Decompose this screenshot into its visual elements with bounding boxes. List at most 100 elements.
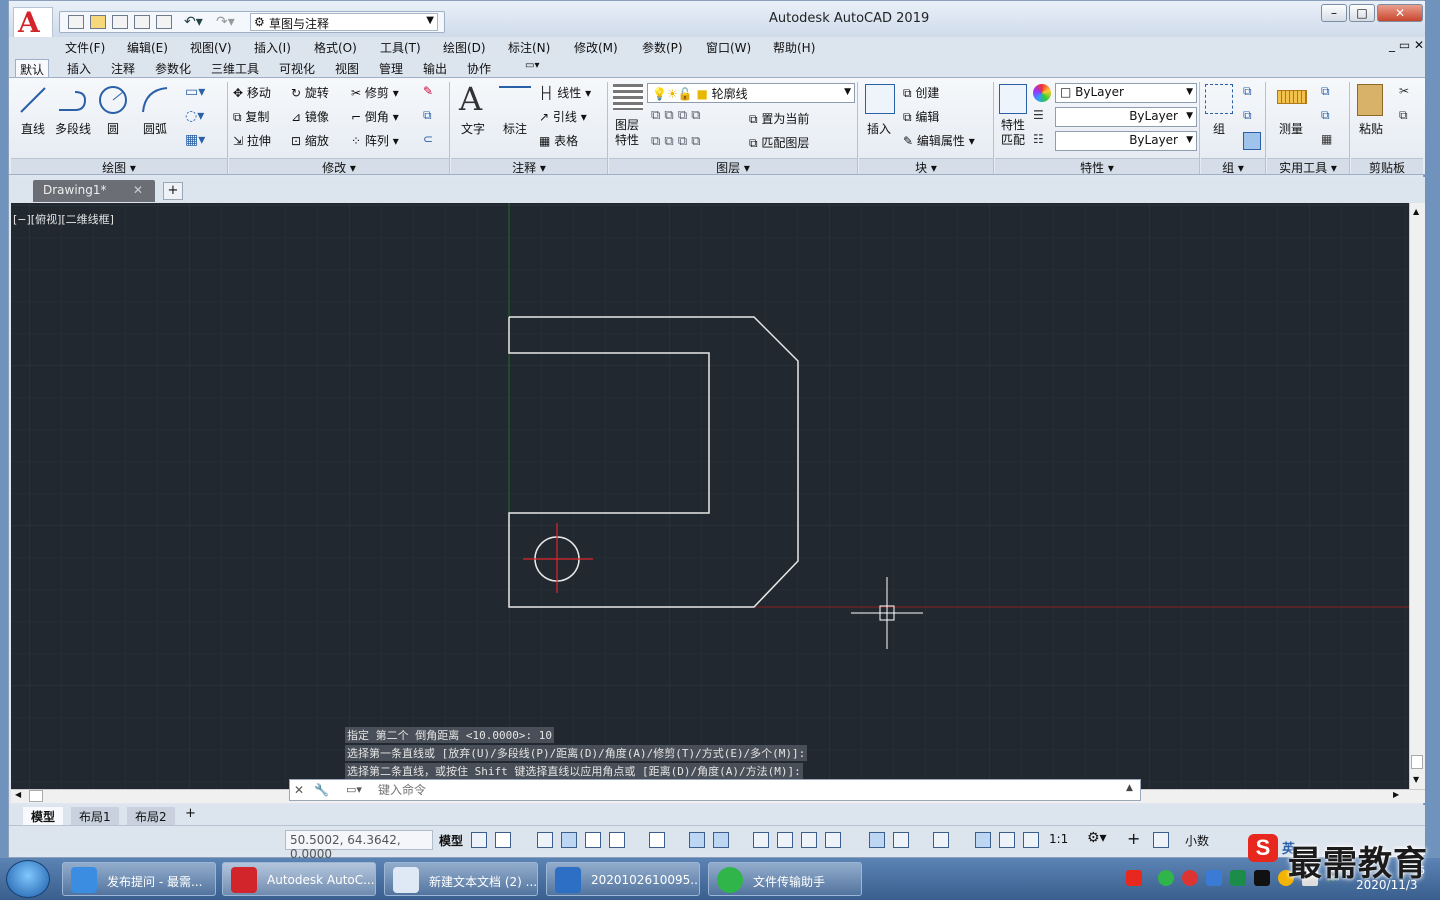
offset-icon[interactable]: ⊂ xyxy=(423,132,433,146)
tab-model[interactable]: 模型 xyxy=(23,807,64,825)
scale-tool[interactable]: ⊡ 缩放 xyxy=(291,132,329,149)
measure-icon[interactable] xyxy=(1277,90,1307,104)
polar-icon[interactable] xyxy=(609,832,625,848)
scroll-down-icon[interactable]: ▼ xyxy=(1413,775,1419,784)
group-label[interactable]: 组 xyxy=(1213,120,1225,137)
close-tab-icon[interactable]: ✕ xyxy=(133,183,143,197)
menu-dimension[interactable]: 标注(N) xyxy=(508,39,550,56)
snap-toggle-icon[interactable] xyxy=(495,832,511,848)
erase-icon[interactable]: ✎ xyxy=(423,84,433,98)
tab-default[interactable]: 默认 xyxy=(15,59,50,77)
explode-icon[interactable]: ⧉ xyxy=(423,108,432,123)
auto-scale-icon[interactable] xyxy=(999,832,1015,848)
taskbar-item-wechat[interactable]: 文件传输助手 xyxy=(708,862,862,896)
ribbon-minimize-toggle[interactable]: ▭▾ xyxy=(521,59,543,77)
linear-dim-tool[interactable]: ├┤ 线性 ▾ xyxy=(539,84,591,101)
lineweight-dropdown[interactable]: ByLayer ▼ xyxy=(1055,107,1197,127)
text-tool-label[interactable]: 文字 xyxy=(461,120,485,137)
save-as-icon[interactable] xyxy=(134,15,150,29)
arc-tool-icon[interactable] xyxy=(139,84,171,116)
table-tool[interactable]: ▦ 表格 xyxy=(539,132,578,149)
polyline-tool-icon[interactable] xyxy=(57,84,89,116)
undo-icon[interactable]: ↶▾ xyxy=(184,14,203,30)
selection-cycling-icon[interactable] xyxy=(801,832,817,848)
object-snap-tracking-icon[interactable] xyxy=(689,832,705,848)
model-space-button[interactable]: 模型 xyxy=(439,832,463,849)
ortho-icon[interactable] xyxy=(585,832,601,848)
scroll-right-icon[interactable]: ▶ xyxy=(1393,790,1399,799)
scroll-thumb[interactable] xyxy=(1411,755,1423,769)
close-button[interactable]: ✕ xyxy=(1377,4,1423,22)
menu-format[interactable]: 格式(O) xyxy=(314,39,357,56)
vertical-scrollbar[interactable]: ▲ ▼ xyxy=(1409,203,1425,789)
layer-tools-icons-2[interactable]: ⧉ ⧉ ⧉ ⧉ xyxy=(651,134,701,149)
create-block-tool[interactable]: ⧉ 创建 xyxy=(903,84,939,101)
block-panel-title[interactable]: 块 ▾ xyxy=(859,158,993,175)
new-file-icon[interactable] xyxy=(68,15,84,29)
scroll-up-icon[interactable]: ▲ xyxy=(1413,207,1419,216)
hatch-icon[interactable]: ◌▾ xyxy=(185,108,204,124)
tab-manage[interactable]: 管理 xyxy=(375,59,407,77)
add-layout-button[interactable]: + xyxy=(185,806,196,821)
groups-panel-title[interactable]: 组 ▾ xyxy=(1201,158,1265,175)
linetype-dropdown[interactable]: ByLayer ▼ xyxy=(1055,131,1197,151)
tab-3d-tools[interactable]: 三维工具 xyxy=(207,59,263,77)
shield-tray-icon[interactable] xyxy=(1206,870,1222,886)
menu-edit[interactable]: 编辑(E) xyxy=(127,39,168,56)
menu-window[interactable]: 窗口(W) xyxy=(706,39,751,56)
annotation-scale-icon[interactable] xyxy=(1023,832,1039,848)
properties-panel-title[interactable]: 特性 ▾ xyxy=(995,158,1199,175)
taskbar-item-visio[interactable]: 2020102610095... xyxy=(546,862,700,896)
quick-select-icon[interactable]: ⧉ xyxy=(1321,84,1330,99)
annotation-panel-title[interactable]: 注释 ▾ xyxy=(451,158,607,175)
tab-layout2[interactable]: 布局2 xyxy=(127,807,175,825)
match-properties-icon[interactable] xyxy=(999,84,1027,114)
command-input[interactable] xyxy=(378,782,1118,798)
wrench-icon[interactable]: 🔧 xyxy=(314,783,329,797)
save-icon[interactable] xyxy=(112,15,128,29)
copy-clip-icon[interactable]: ⧉ xyxy=(1399,108,1408,123)
leader-tool[interactable]: ↗ 引线 ▾ xyxy=(539,108,587,125)
match-layer-tool[interactable]: ⧉ 匹配图层 xyxy=(749,134,809,151)
plot-icon[interactable] xyxy=(156,15,172,29)
copy-tool[interactable]: ⧉ 复制 xyxy=(233,108,269,125)
circle-tool-label[interactable]: 圆 xyxy=(107,120,119,137)
line-tool-icon[interactable] xyxy=(17,84,49,116)
array-tool[interactable]: ⁘ 阵列 ▾ xyxy=(351,132,399,149)
menu-help[interactable]: 帮助(H) xyxy=(773,39,815,56)
transparency-icon[interactable] xyxy=(777,832,793,848)
grid-toggle-icon[interactable] xyxy=(471,832,487,848)
menu-tools[interactable]: 工具(T) xyxy=(380,39,421,56)
tab-layout1[interactable]: 布局1 xyxy=(71,807,119,825)
stretch-tool[interactable]: ⇲ 拉伸 xyxy=(233,132,271,149)
color-wheel-icon[interactable] xyxy=(1033,84,1051,102)
layer-tools-icons[interactable]: ⧉ ⧉ ⧉ ⧉ xyxy=(651,108,701,123)
tab-annotate[interactable]: 注释 xyxy=(107,59,139,77)
units-select[interactable]: 小数 xyxy=(1185,832,1209,849)
gizmo-icon[interactable] xyxy=(933,832,949,848)
selection-filter-icon[interactable] xyxy=(893,832,909,848)
tab-insert[interactable]: 插入 xyxy=(63,59,95,77)
insert-block-icon[interactable] xyxy=(865,84,895,114)
edit-attributes-tool[interactable]: ✎ 编辑属性 ▾ xyxy=(903,132,975,149)
group-icon[interactable] xyxy=(1205,84,1233,114)
workspace-select[interactable]: ⚙ 草图与注释 ▼ xyxy=(250,13,438,31)
trim-tool[interactable]: ✂ 修剪 ▾ xyxy=(351,84,399,101)
menu-insert[interactable]: 插入(I) xyxy=(254,39,291,56)
cut-icon[interactable]: ✂ xyxy=(1399,84,1409,98)
command-prompt-icon[interactable]: ▭▾ xyxy=(346,783,362,796)
tab-visualize[interactable]: 可视化 xyxy=(275,59,319,77)
redo-icon[interactable]: ↷▾ xyxy=(216,14,235,30)
layer-properties-label[interactable]: 图层 特性 xyxy=(615,118,639,148)
text-tool-icon[interactable]: A xyxy=(459,80,482,118)
dimension-tool-label[interactable]: 标注 xyxy=(503,120,527,137)
sogou-tray-icon[interactable] xyxy=(1126,870,1142,886)
menu-draw[interactable]: 绘图(D) xyxy=(443,39,486,56)
paste-icon[interactable] xyxy=(1357,84,1383,116)
select-all-icon[interactable]: ⧉ xyxy=(1321,108,1330,123)
menu-file[interactable]: 文件(F) xyxy=(65,39,105,56)
hscroll-thumb[interactable] xyxy=(29,790,43,802)
insert-block-label[interactable]: 插入 xyxy=(867,120,891,137)
dimension-tool-icon[interactable] xyxy=(499,86,531,114)
plus-icon[interactable]: + xyxy=(1127,829,1140,848)
